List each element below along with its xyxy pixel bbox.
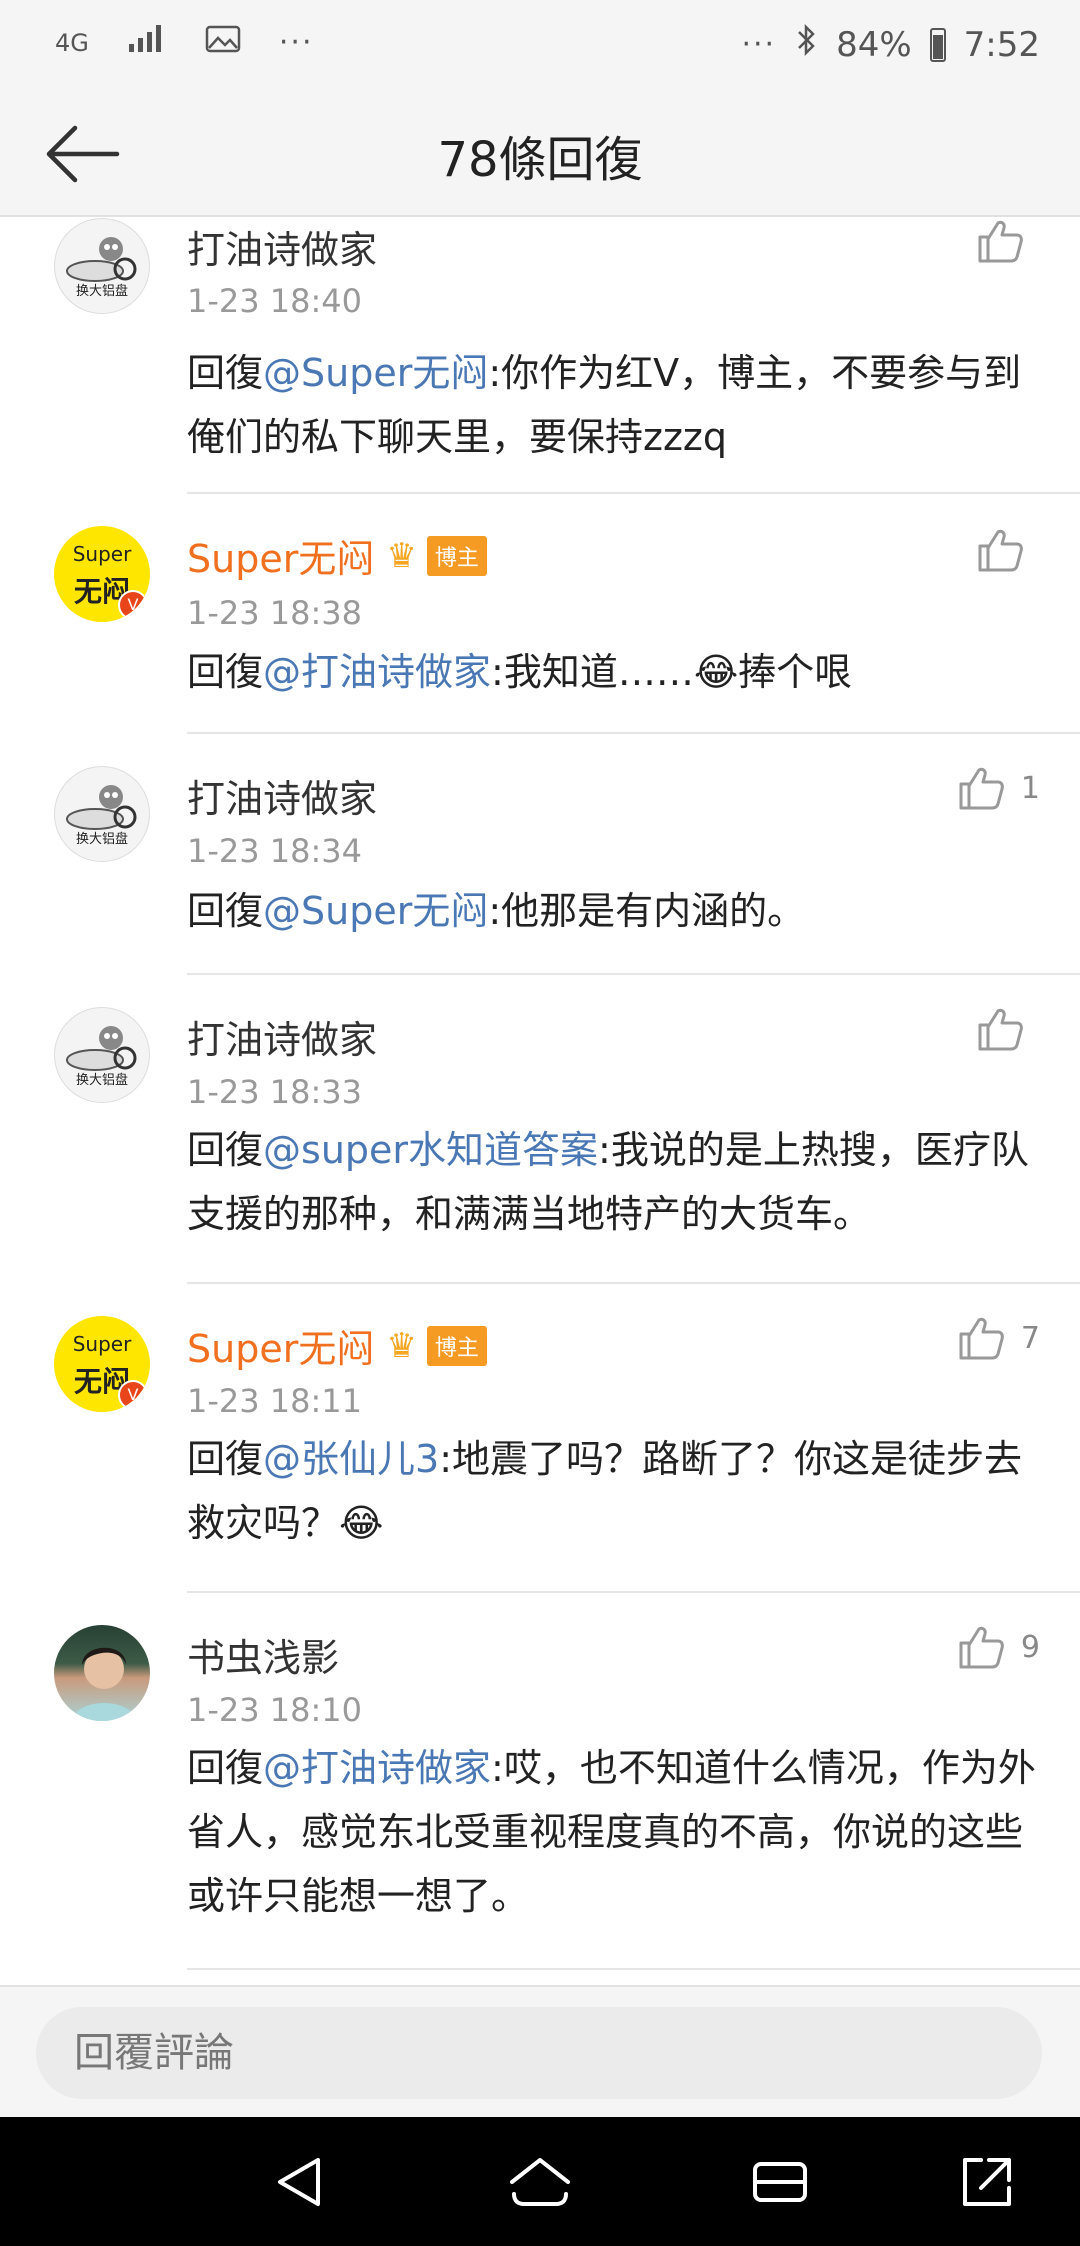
username[interactable]: Super无闷 ♛ 博主 [187,1318,487,1373]
comment-text: 回復@打油诗做家:我知道……😂捧个哏 [187,640,1040,704]
like-button[interactable] [976,526,1040,574]
nav-recents-icon [753,2162,807,2202]
like-count: 9 [1020,1629,1040,1665]
network-type: 4G [55,28,89,57]
like-button[interactable] [976,217,1040,265]
avatar[interactable]: 换大铝盘 [54,218,150,314]
timestamp: 1-23 18:34 [187,832,363,870]
thumbs-up-icon [959,1317,1004,1360]
mention-link[interactable]: @张仙儿3 [263,1437,439,1481]
like-button[interactable]: 7 [957,1314,1040,1362]
avatar-caption: 换大铝盘 [75,832,128,847]
avatar-caption-top: Super [72,542,132,566]
status-bar: 4G ··· ··· 84% 7:52 [0,0,1080,90]
battery-percent: 84% [836,24,912,65]
nav-home-icon [510,2158,570,2206]
timestamp: 1-23 18:38 [187,594,363,632]
more-notifications-icon: ··· [278,25,314,60]
nav-fullscreen-button[interactable] [952,2147,1022,2217]
avatar-caption: 换大铝盘 [75,284,128,299]
image-icon [205,23,241,63]
signal-icon [127,22,167,63]
like-button[interactable]: 1 [957,764,1040,812]
verified-badge-icon: V [118,590,148,620]
avatar[interactable]: 换大铝盘 [54,1007,150,1103]
comment-item: 书虫浅影 1-23 18:10 9 回復@打油诗做家:哎，也不知道什么情况，作为… [54,1593,1080,1970]
bluetooth-icon [794,22,818,67]
mention-link[interactable]: @打油诗做家 [263,1746,491,1790]
comment-body: :他那是有内涵的。 [488,889,806,933]
comment-item: 换大铝盘 打油诗做家 1-23 18:34 1 回復@Super无闷:他那是有内… [54,734,1080,975]
mention-link[interactable]: @super水知道答案 [263,1128,598,1172]
mention-link[interactable]: @打油诗做家 [263,650,491,694]
nav-back-icon [278,2158,320,2206]
thumbs-up-icon [978,529,1023,572]
reply-prefix: 回復 [187,1746,264,1790]
comment-text: 回復@Super无闷:他那是有内涵的。 [187,879,1040,943]
nav-recents-button[interactable] [745,2147,815,2217]
comment-text: 回復@super水知道答案:我说的是上热搜，医疗队支援的那种，和满满当地特产的大… [187,1118,1040,1246]
timestamp: 1-23 18:40 [187,282,363,320]
avatar[interactable] [54,1625,150,1721]
reply-prefix: 回復 [187,351,264,395]
like-button[interactable]: 9 [957,1623,1040,1671]
system-nav-bar [0,2117,1080,2246]
nav-back-button[interactable] [265,2147,335,2217]
clock: 7:52 [963,24,1040,65]
comment-text: 回復@打油诗做家:哎，也不知道什么情况，作为外省人，感觉东北受重视程度真的不高，… [187,1736,1040,1928]
thumbs-up-icon [978,1008,1023,1051]
username[interactable]: 打油诗做家 [187,768,377,823]
avatar[interactable]: 换大铝盘 [54,766,150,862]
battery-icon [929,27,946,62]
page-title: 78條回復 [437,132,643,188]
username[interactable]: Super无闷 ♛ 博主 [187,528,487,583]
avatar-caption: 换大铝盘 [75,1073,128,1088]
username-text: Super无闷 [187,537,375,581]
more-status-icon: ··· [741,27,777,62]
reply-prefix: 回復 [187,650,264,694]
comment-text: 回復@张仙儿3:地震了吗？路断了？你这是徒步去救灾吗？😂 [187,1427,1040,1555]
vip-crown-icon: ♛ [386,1325,417,1366]
top-app-bar: 78條回復 [0,90,1080,217]
timestamp: 1-23 18:10 [187,1691,363,1729]
mention-link[interactable]: @Super无闷 [263,889,488,933]
comment-item: 换大铝盘 打油诗做家 1-23 18:40 回復@Super无闷:你作为红V，博… [54,217,1080,494]
username[interactable]: 打油诗做家 [187,219,377,274]
username[interactable]: 书虫浅影 [187,1627,339,1682]
avatar-caption-top: Super [72,1332,132,1356]
reply-prefix: 回復 [187,1128,264,1172]
vip-crown-icon: ♛ [386,535,417,576]
username-text: Super无闷 [187,1327,375,1371]
thumbs-up-icon [959,1626,1004,1669]
author-badge: 博主 [426,1325,487,1366]
comment-list[interactable]: 换大铝盘 打油诗做家 1-23 18:40 回復@Super无闷:你作为红V，博… [0,217,1080,1985]
like-count: 1 [1020,770,1040,806]
avatar[interactable]: Super 无闷 V [54,526,150,622]
mention-link[interactable]: @Super无闷 [263,351,488,395]
verified-badge-icon: V [118,1380,148,1410]
battery-level [932,35,943,59]
nav-home-button[interactable] [505,2147,575,2217]
reply-bar: 回覆評論 [0,1985,1080,2117]
comment-text: 回復@Super无闷:你作为红V，博主，不要参与到俺们的私下聊天里，要保持zzz… [187,341,1040,469]
timestamp: 1-23 18:11 [187,1382,363,1420]
author-badge: 博主 [426,535,487,576]
thumbs-up-icon [959,767,1004,810]
avatar[interactable]: Super 无闷 V [54,1316,150,1412]
reply-prefix: 回復 [187,889,264,933]
like-count: 7 [1020,1320,1040,1356]
expand-icon [963,2158,1011,2206]
like-button[interactable] [976,1005,1040,1053]
username[interactable]: 打油诗做家 [187,1009,377,1064]
thumbs-up-icon [978,220,1023,263]
comment-item: Super 无闷 V Super无闷 ♛ 博主 1-23 18:38 回復@打油… [54,494,1080,734]
comment-body: :我知道……😂捧个哏 [491,650,853,694]
reply-prefix: 回復 [187,1437,264,1481]
timestamp: 1-23 18:33 [187,1073,363,1111]
comment-item: Super 无闷 V Super无闷 ♛ 博主 1-23 18:11 7 回復@… [54,1284,1080,1593]
reply-input[interactable]: 回覆評論 [36,2007,1042,2099]
comment-item: 换大铝盘 打油诗做家 1-23 18:33 回復@super水知道答案:我说的是… [54,975,1080,1284]
